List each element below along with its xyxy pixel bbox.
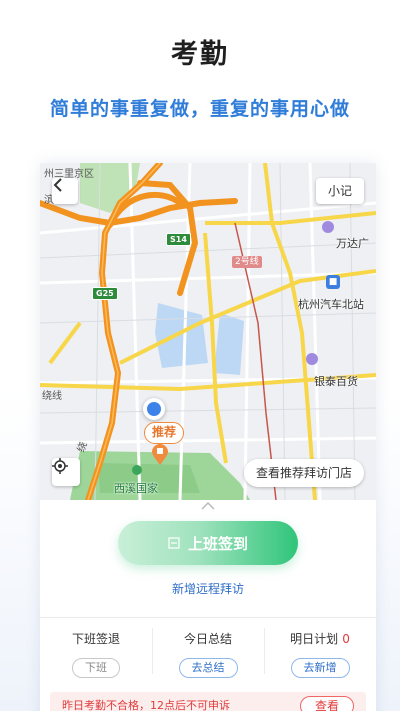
note-button[interactable]: 小记 <box>316 178 364 204</box>
map-label-wanda: 万达广 <box>336 237 369 250</box>
plan-count: 0 <box>342 632 350 646</box>
view-button[interactable]: 查看 <box>300 696 354 711</box>
add-remote-visit-link[interactable]: 新增远程拜访 <box>40 580 376 597</box>
checkin-button[interactable]: 上班签到 <box>118 521 298 565</box>
stat-plan: 明日计划 0 去新增 <box>264 630 376 678</box>
attendance-warning: 昨日考勤不合格，12点后不可申诉 查看 <box>50 692 366 711</box>
back-button[interactable] <box>52 178 78 204</box>
divider <box>40 617 376 618</box>
add-plan-button[interactable]: 去新增 <box>290 658 350 678</box>
view-recommended-stores-button[interactable]: 查看推荐拜访门店 <box>243 459 364 487</box>
road-shield-g25: G25 <box>92 287 118 300</box>
bus-station-icon: ■ <box>326 275 340 289</box>
phone-screen: 州三里京区 滨 绕线 绕 S14 G25 2号线 万达广 ■ 杭州汽车北站 银泰… <box>40 163 376 711</box>
shopping-poi-icon <box>322 221 334 233</box>
promo-subtitle: 简单的事重复做，重复的事用心做 <box>49 98 350 120</box>
warning-text: 昨日考勤不合格，12点后不可申诉 <box>62 699 230 711</box>
map-canvas <box>40 163 376 500</box>
chevron-up-icon <box>201 502 215 510</box>
write-summary-button[interactable]: 去总结 <box>178 658 238 678</box>
crosshair-icon <box>52 458 68 474</box>
mall-poi-icon <box>306 353 318 365</box>
road-shield-s14: S14 <box>166 233 191 246</box>
checkin-icon <box>168 537 180 549</box>
map-view[interactable]: 州三里京区 滨 绕线 绕 S14 G25 2号线 万达广 ■ 杭州汽车北站 银泰… <box>40 163 376 500</box>
stat-summary: 今日总结 去总结 <box>152 630 264 678</box>
bottom-sheet: 上班签到 新增远程拜访 下班签退 下班 今日总结 去总结 明日计划 0 去新增 昨… <box>40 500 376 711</box>
map-label-mall: 银泰百货 <box>314 375 358 388</box>
map-label-park: 西溪国家 <box>114 482 158 495</box>
stat-title: 明日计划 0 <box>290 632 350 646</box>
map-label-station: 杭州汽车北站 <box>298 298 364 311</box>
locate-button[interactable] <box>52 458 80 486</box>
checkin-label: 上班签到 <box>187 534 248 553</box>
promo-title: 考勤 <box>171 39 229 70</box>
metro-line-badge: 2号线 <box>232 256 262 268</box>
sheet-handle[interactable] <box>198 500 218 512</box>
stat-title: 今日总结 <box>183 632 232 646</box>
map-label-left-edge: 绕线 <box>42 391 62 402</box>
recommend-pin-icon[interactable] <box>151 444 169 466</box>
recommend-tag[interactable]: 推荐 <box>144 422 185 444</box>
chevron-left-icon <box>53 178 62 192</box>
checkout-button[interactable]: 下班 <box>72 658 120 678</box>
stat-checkout: 下班签退 下班 <box>40 630 152 678</box>
stat-title: 下班签退 <box>71 632 120 646</box>
current-location-marker <box>143 398 165 420</box>
park-poi-icon <box>132 465 142 475</box>
